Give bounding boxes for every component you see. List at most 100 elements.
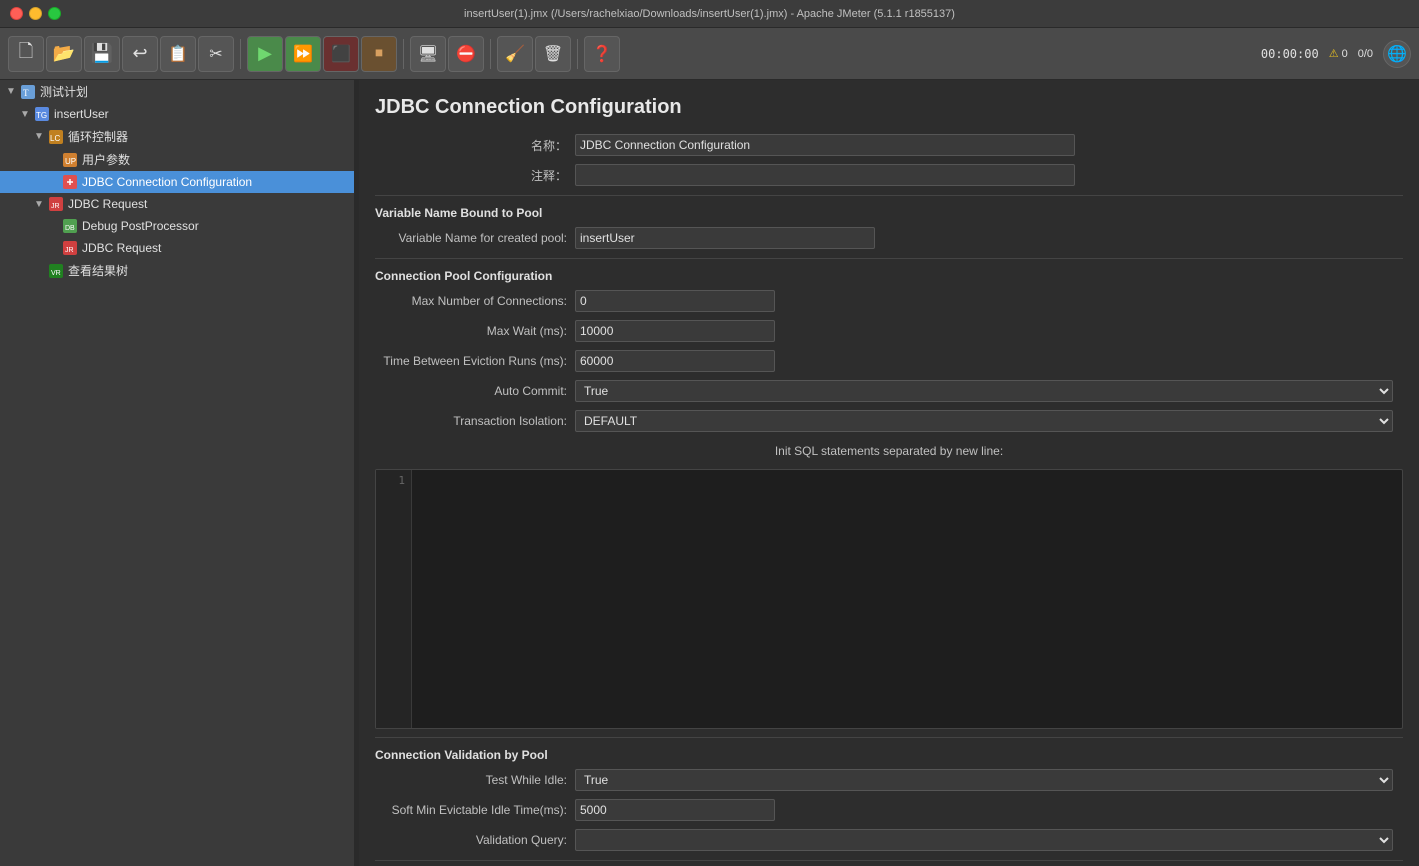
divider-2: [375, 258, 1403, 259]
sidebar-item-user-params[interactable]: ▶ UP 用户参数: [0, 148, 354, 171]
sidebar-item-loop-controller[interactable]: ▼ LC 循环控制器: [0, 125, 354, 148]
user-params-icon: UP: [62, 152, 78, 168]
sidebar-item-jdbc-request-child[interactable]: ▶ JR JDBC Request: [0, 237, 354, 259]
user-params-label: 用户参数: [82, 151, 130, 168]
sidebar-item-jdbc-request-parent[interactable]: ▼ JR JDBC Request: [0, 193, 354, 215]
revert-button[interactable]: ↩: [122, 36, 158, 72]
stop-icon: ⬛: [331, 44, 351, 64]
test-plan-label: 测试计划: [40, 83, 88, 100]
auto-commit-select[interactable]: True False: [575, 380, 1393, 402]
remote-stop-button[interactable]: ⛔: [448, 36, 484, 72]
sql-editor: 1: [375, 469, 1403, 729]
sql-gutter: 1: [376, 470, 412, 728]
sql-content[interactable]: [412, 470, 1402, 728]
shutdown-icon: ⏹: [375, 45, 383, 63]
variable-name-row: Variable Name for created pool:: [375, 226, 1403, 250]
maximize-button[interactable]: [48, 7, 61, 20]
view-results-label: 查看结果树: [68, 262, 128, 279]
revert-icon: ↩: [132, 43, 147, 64]
jdbc-request-parent-label: JDBC Request: [68, 197, 147, 211]
transaction-isolation-label: Transaction Isolation:: [375, 414, 575, 428]
warning-count: 0: [1342, 48, 1348, 60]
name-row: 名称：: [375, 133, 1403, 157]
comment-input[interactable]: [575, 164, 1075, 186]
run-no-pause-button[interactable]: ⏩: [285, 36, 321, 72]
open-button[interactable]: 📂: [46, 36, 82, 72]
variable-name-input[interactable]: [575, 227, 875, 249]
loop-icon: LC: [48, 129, 64, 145]
new-icon: 🗋: [19, 39, 33, 69]
toolbar-sep-1: [240, 39, 241, 69]
transaction-isolation-row: Transaction Isolation: DEFAULT TRANSACTI…: [375, 409, 1403, 433]
remote-stop-icon: ⛔: [456, 44, 476, 64]
clear-icon: 🧹: [505, 44, 525, 64]
time-between-label: Time Between Eviction Runs (ms):: [375, 354, 575, 368]
sidebar-item-debug-postprocessor[interactable]: ▶ DB Debug PostProcessor: [0, 215, 354, 237]
svg-text:JR: JR: [65, 247, 74, 254]
title-bar: insertUser(1).jmx (/Users/rachelxiao/Dow…: [0, 0, 1419, 28]
divider-4: [375, 860, 1403, 861]
close-button[interactable]: [10, 7, 23, 20]
transaction-isolation-select[interactable]: DEFAULT TRANSACTION_NONE TRANSACTION_REA…: [575, 410, 1393, 432]
shutdown-button[interactable]: ⏹: [361, 36, 397, 72]
divider-3: [375, 737, 1403, 738]
save-icon: 💾: [91, 43, 113, 64]
run-button[interactable]: ▶: [247, 36, 283, 72]
traffic-lights[interactable]: [10, 7, 61, 20]
soft-min-evictable-input[interactable]: [575, 799, 775, 821]
remote-start-icon: 🖥: [418, 44, 438, 64]
divider-1: [375, 195, 1403, 196]
time-between-row: Time Between Eviction Runs (ms):: [375, 349, 1403, 373]
warning-display: ⚠ 0: [1329, 47, 1348, 60]
sidebar-item-test-plan[interactable]: ▼ T 测试计划: [0, 80, 354, 103]
clear-button[interactable]: 🧹: [497, 36, 533, 72]
test-while-idle-row: Test While Idle: True False: [375, 768, 1403, 792]
main-layout: ▼ T 测试计划 ▼ TG insertUser ▼ LC: [0, 80, 1419, 866]
save-button[interactable]: 💾: [84, 36, 120, 72]
max-connections-input[interactable]: [575, 290, 775, 312]
validation-query-select[interactable]: [575, 829, 1393, 851]
templates-icon: 📋: [168, 44, 188, 64]
new-button[interactable]: 🗋: [8, 36, 44, 72]
clear-all-button[interactable]: 🗑: [535, 36, 571, 72]
open-icon: 📂: [53, 43, 75, 64]
debug-icon: DB: [62, 218, 78, 234]
cut-icon: ✂: [209, 44, 222, 64]
remote-start-button[interactable]: 🖥: [410, 36, 446, 72]
max-connections-label: Max Number of Connections:: [375, 294, 575, 308]
test-while-idle-label: Test While Idle:: [375, 773, 575, 787]
globe-button[interactable]: 🌐: [1383, 40, 1411, 68]
svg-text:LC: LC: [50, 134, 60, 143]
comment-label: 注释：: [375, 167, 575, 184]
thread-icon: TG: [34, 106, 50, 122]
time-between-input[interactable]: [575, 350, 775, 372]
sidebar-item-view-results[interactable]: ▶ VR 查看结果树: [0, 259, 354, 282]
svg-text:VR: VR: [51, 270, 61, 277]
auto-commit-row: Auto Commit: True False: [375, 379, 1403, 403]
sidebar-item-jdbc-connection[interactable]: ▶ JDBC Connection Configuration: [0, 171, 354, 193]
max-wait-input[interactable]: [575, 320, 775, 342]
connection-validation-section-header: Connection Validation by Pool: [375, 748, 1403, 762]
cut-button[interactable]: ✂: [198, 36, 234, 72]
tree-arrow-insert-user: ▼: [20, 109, 30, 120]
minimize-button[interactable]: [29, 7, 42, 20]
test-while-idle-select[interactable]: True False: [575, 769, 1393, 791]
page-title: JDBC Connection Configuration: [375, 96, 1403, 119]
run-no-pause-icon: ⏩: [293, 44, 313, 64]
jdbc-connection-icon: [62, 174, 78, 190]
jdbc-connection-label: JDBC Connection Configuration: [82, 175, 252, 189]
init-sql-label: Init SQL statements separated by new lin…: [375, 444, 1403, 458]
help-button[interactable]: ❓: [584, 36, 620, 72]
stop-button[interactable]: ⬛: [323, 36, 359, 72]
globe-icon: 🌐: [1387, 44, 1407, 64]
sidebar-item-insert-user[interactable]: ▼ TG insertUser: [0, 103, 354, 125]
name-input[interactable]: [575, 134, 1075, 156]
max-wait-label: Max Wait (ms):: [375, 324, 575, 338]
svg-text:DB: DB: [65, 225, 75, 232]
max-wait-row: Max Wait (ms):: [375, 319, 1403, 343]
templates-button[interactable]: 📋: [160, 36, 196, 72]
init-sql-label-row: Init SQL statements separated by new lin…: [375, 439, 1403, 463]
timer-display: 00:00:00: [1261, 47, 1319, 61]
svg-text:T: T: [23, 88, 29, 98]
window-title: insertUser(1).jmx (/Users/rachelxiao/Dow…: [464, 8, 955, 20]
